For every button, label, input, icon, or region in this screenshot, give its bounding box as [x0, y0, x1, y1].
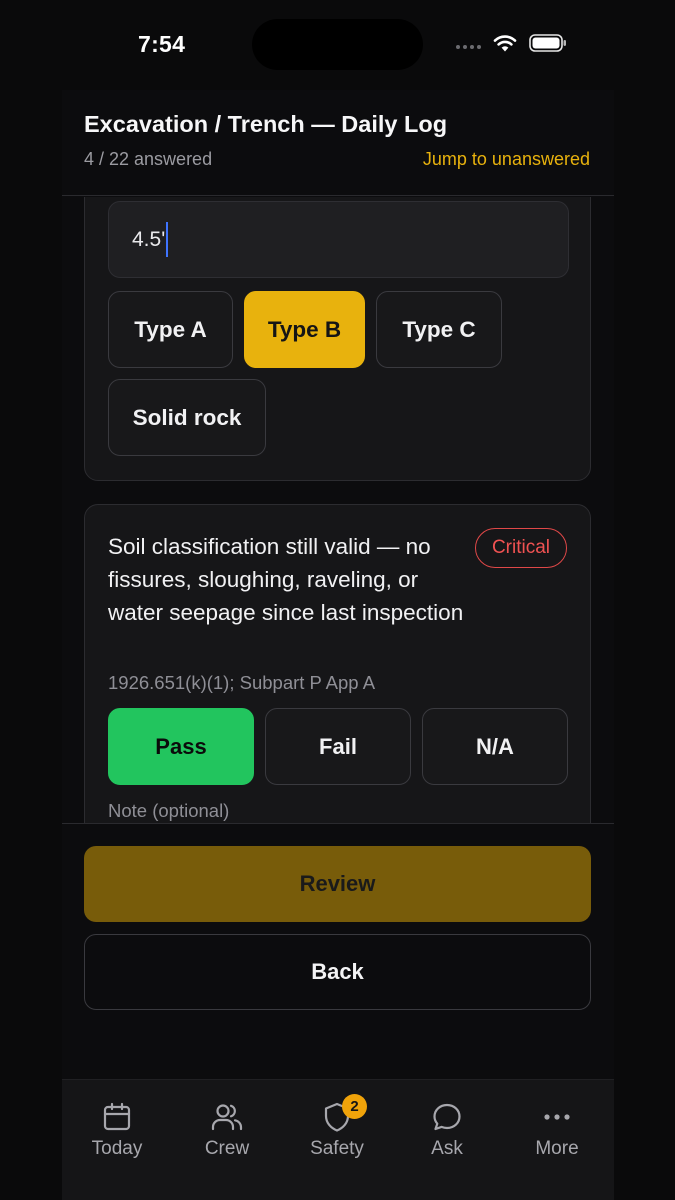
footer-divider	[62, 823, 614, 824]
pass-button[interactable]: Pass	[108, 708, 254, 785]
shield-icon: 2	[320, 1094, 367, 1134]
na-button[interactable]: N/A	[422, 708, 568, 785]
status-time: 7:54	[138, 31, 186, 57]
cellular-signal-icon	[456, 37, 481, 49]
review-button[interactable]: Review	[84, 846, 591, 922]
tab-label: More	[535, 1138, 579, 1159]
tab-crew[interactable]: Crew	[172, 1080, 282, 1180]
soil-option-type-b[interactable]: Type B	[244, 291, 365, 368]
text-caret	[166, 222, 169, 257]
bottom-tab-bar: Today Crew 2 Safety Ask More	[62, 1079, 614, 1200]
dynamic-island	[252, 19, 423, 70]
question-text: Soil classification still valid — no fis…	[108, 534, 464, 625]
tab-label: Today	[91, 1138, 143, 1159]
tab-label: Safety	[310, 1138, 364, 1159]
users-icon	[210, 1100, 244, 1134]
more-dots-icon	[540, 1100, 574, 1134]
fail-button[interactable]: Fail	[265, 708, 411, 785]
critical-badge: Critical	[474, 528, 567, 568]
calendar-icon	[100, 1100, 134, 1134]
tab-label: Crew	[204, 1138, 250, 1159]
battery-icon	[529, 34, 566, 52]
tab-ask[interactable]: Ask	[392, 1080, 502, 1180]
soil-classification-question-card: Soil classification still valid — no fis…	[84, 504, 591, 823]
log-header: Excavation / Trench — Daily Log 4 / 22 a…	[62, 90, 614, 196]
wifi-icon	[493, 35, 517, 52]
jump-to-unanswered-link[interactable]: Jump to unanswered	[423, 149, 590, 170]
tab-label: Ask	[431, 1138, 463, 1159]
tab-more[interactable]: More	[502, 1080, 612, 1180]
daily-log-screen: Excavation / Trench — Daily Log 4 / 22 a…	[62, 90, 614, 1200]
soil-option-solid-rock[interactable]: Solid rock	[108, 379, 266, 456]
progress-count: 4 / 22 answered	[84, 149, 213, 169]
soil-option-type-c[interactable]: Type C	[376, 291, 502, 368]
safety-badge-count: 2	[342, 1094, 367, 1119]
regulation-reference: 1926.651(k)(1); Subpart P App A	[108, 672, 376, 693]
status-icons	[456, 34, 567, 52]
soil-option-type-a[interactable]: Type A	[108, 291, 233, 368]
note-label: Note (optional)	[108, 800, 230, 821]
depth-input[interactable]: 4.5'	[108, 201, 569, 278]
checklist-scroll-area[interactable]: 4.5' Type A Type B Type C Solid rock Soi…	[62, 197, 614, 823]
chat-bubble-icon	[430, 1100, 464, 1134]
status-bar: 7:54	[0, 0, 675, 90]
tab-safety[interactable]: 2 Safety	[282, 1080, 392, 1180]
tab-today[interactable]: Today	[62, 1080, 172, 1180]
depth-soil-question-card: 4.5' Type A Type B Type C Solid rock	[84, 197, 591, 481]
back-button[interactable]: Back	[84, 934, 591, 1010]
page-title: Excavation / Trench — Daily Log	[84, 111, 448, 137]
depth-input-value: 4.5'	[132, 227, 166, 251]
